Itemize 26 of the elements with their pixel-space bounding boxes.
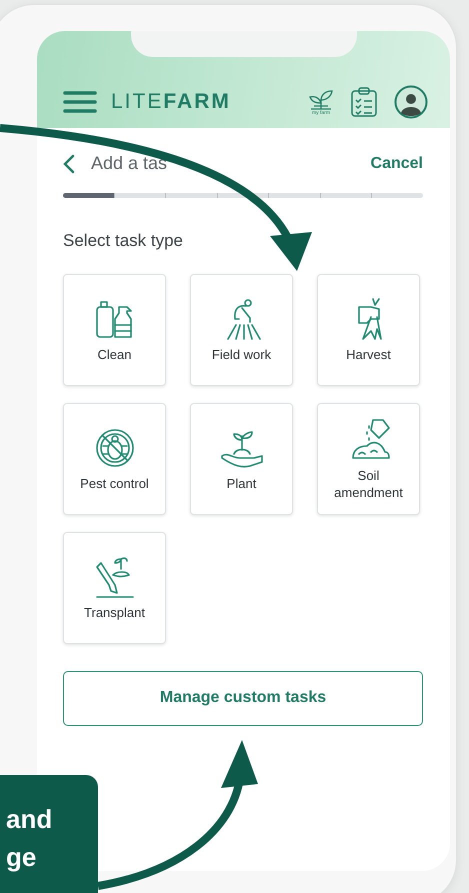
page-title: Add a tas	[91, 152, 168, 175]
task-type-label: Clean	[98, 347, 132, 364]
task-type-tile[interactable]: Transplant	[63, 532, 166, 644]
task-type-tile[interactable]: Plant	[190, 402, 293, 514]
sprout-icon	[308, 88, 334, 110]
task-type-tile[interactable]: Field work	[190, 274, 293, 386]
task-type-tile[interactable]: Clean	[63, 274, 166, 386]
menu-icon[interactable]	[63, 90, 97, 114]
callout-text: ge	[6, 840, 38, 874]
task-type-label: Pest control	[80, 476, 149, 493]
task-type-label: Field work	[212, 347, 272, 364]
app-logo: LITEFARM	[111, 89, 231, 116]
task-type-label: Plant	[226, 476, 256, 493]
back-icon[interactable]	[63, 154, 75, 174]
task-type-label: Transplant	[84, 605, 145, 622]
task-type-label: Soil amendment	[333, 468, 404, 502]
manage-tasks-button[interactable]: Manage custom tasks	[63, 670, 423, 726]
task-type-tile[interactable]: Soil amendment	[317, 402, 420, 514]
cancel-link[interactable]: Cancel	[370, 152, 423, 176]
section-heading: Select task type	[63, 230, 184, 252]
task-type-tile[interactable]: Pest control	[63, 402, 166, 514]
task-type-label: Harvest	[346, 347, 391, 364]
clipboard-icon[interactable]	[350, 86, 378, 118]
callout-text: and	[6, 803, 54, 836]
task-type-tile[interactable]: Harvest	[317, 274, 420, 386]
avatar-icon[interactable]	[394, 85, 428, 119]
